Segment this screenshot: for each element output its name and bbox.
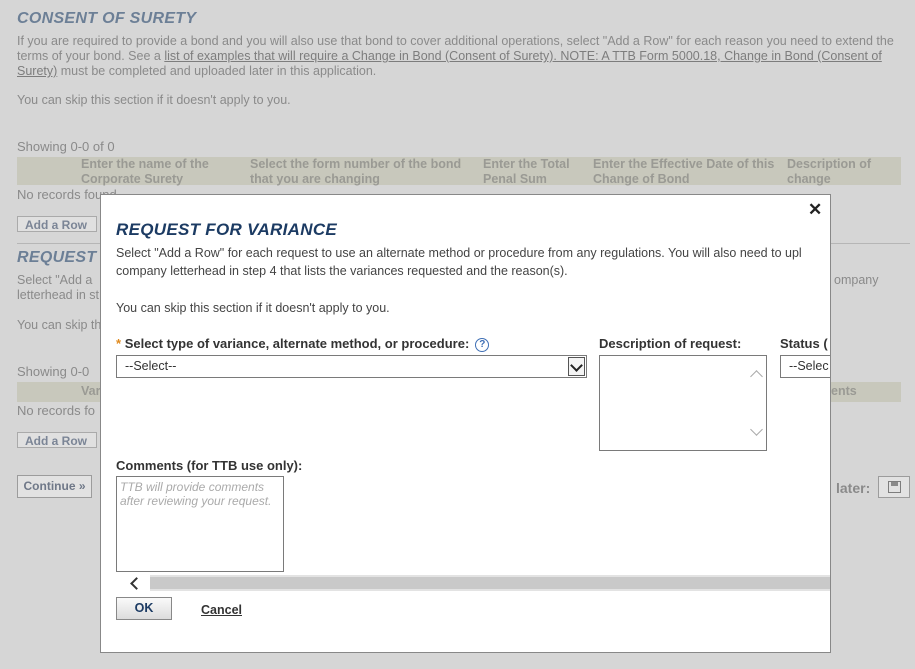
ok-button[interactable]: OK — [116, 597, 172, 620]
consent-table-header: Enter the name of the Corporate Surety S… — [17, 157, 901, 186]
consent-intro-text-end: must be completed and uploaded later in … — [57, 64, 377, 78]
dialog-intro: Select "Add a Row" for each request to u… — [116, 244, 830, 280]
description-textarea[interactable] — [599, 355, 767, 451]
request-for-variance-dialog: ✕ REQUEST FOR VARIANCE Select "Add a Row… — [100, 194, 831, 653]
variance-showing-count: Showing 0-0 — [17, 364, 90, 379]
status-select[interactable]: --Selec — [780, 355, 830, 378]
continue-button[interactable]: Continue » — [17, 475, 92, 498]
consent-showing-count: Showing 0-0 of 0 — [17, 139, 115, 154]
save-disk-icon — [888, 481, 901, 493]
save-button[interactable] — [878, 476, 910, 498]
cancel-link[interactable]: Cancel — [201, 603, 242, 617]
variance-add-row-button[interactable]: Add a Row — [17, 432, 97, 448]
scroll-up-icon[interactable] — [750, 370, 763, 383]
status-select-value: --Selec — [789, 359, 829, 373]
dialog-title: REQUEST FOR VARIANCE — [116, 220, 338, 239]
consent-col-penal: Enter the Total Penal Sum — [483, 157, 570, 186]
consent-intro: If you are required to provide a bond an… — [17, 34, 907, 79]
consent-col-form: Select the form number of the bond that … — [250, 157, 462, 186]
scroll-down-icon[interactable] — [750, 423, 763, 436]
dialog-intro-line-2: company letterhead in step 4 that lists … — [116, 264, 568, 278]
scroll-left-icon[interactable] — [116, 575, 150, 591]
required-marker: * — [116, 336, 122, 351]
chevron-down-icon — [568, 357, 585, 376]
comments-placeholder: TTB will provide comments after reviewin… — [120, 480, 272, 508]
dialog-intro-line-1: Select "Add a Row" for each request to u… — [116, 246, 802, 260]
variance-type-label: * Select type of variance, alternate met… — [116, 336, 490, 352]
variance-section-title: REQUEST — [17, 249, 97, 266]
consent-col-description: Description of change — [787, 157, 872, 186]
scrollbar-thumb[interactable] — [150, 577, 830, 589]
variance-type-select-value: --Select-- — [125, 359, 177, 373]
variance-col-right: ents — [831, 384, 857, 398]
variance-intro-partial-right: ompany — [834, 273, 879, 287]
variance-no-records: No records fo — [17, 403, 96, 418]
save-later-label: later: — [836, 480, 871, 496]
consent-col-date: Enter the Effective Date of this Change … — [593, 157, 775, 186]
comments-textarea[interactable]: TTB will provide comments after reviewin… — [116, 476, 284, 572]
help-icon[interactable]: ? — [475, 338, 490, 352]
consent-col-surety: Enter the name of the Corporate Surety — [81, 157, 209, 186]
close-icon[interactable]: ✕ — [808, 200, 822, 220]
consent-skip-text: You can skip this section if it doesn't … — [17, 93, 291, 107]
comments-label: Comments (for TTB use only): — [116, 458, 303, 473]
dialog-skip-text: You can skip this section if it doesn't … — [116, 301, 390, 315]
variance-type-select[interactable]: --Select-- — [116, 355, 587, 378]
consent-section-title: CONSENT OF SURETY — [17, 10, 197, 27]
variance-col-left: Var — [81, 384, 101, 398]
horizontal-scrollbar[interactable] — [116, 575, 830, 591]
variance-type-label-text: Select type of variance, alternate metho… — [124, 336, 470, 351]
consent-add-row-button[interactable]: Add a Row — [17, 216, 97, 232]
status-label: Status ( — [780, 336, 828, 351]
description-label: Description of request: — [599, 336, 742, 351]
